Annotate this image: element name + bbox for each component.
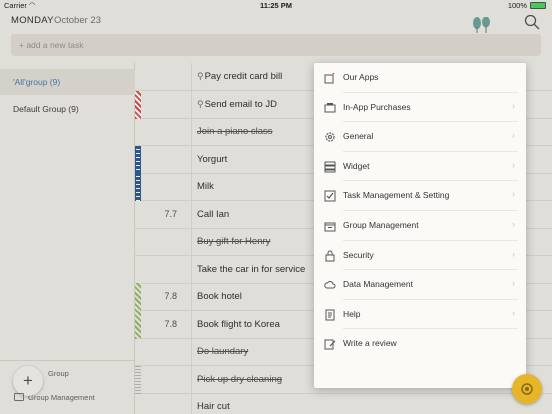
menu-item-label: General <box>343 131 374 142</box>
chevron-right-icon: › <box>512 159 515 170</box>
gear-icon <box>521 383 533 395</box>
checkbox-icon <box>324 190 336 202</box>
menu-item-in-app-purchases[interactable]: In-App Purchases › <box>314 93 526 123</box>
menu-item-help[interactable]: Help › <box>314 300 526 330</box>
chevron-right-icon: › <box>512 189 515 200</box>
lock-icon <box>325 250 335 262</box>
gear-icon <box>325 132 335 142</box>
menu-item-label: Security <box>343 249 374 260</box>
menu-item-data-management[interactable]: Data Management › <box>314 270 526 300</box>
settings-menu: Our Apps In-App Purchases › General › Widget ›… <box>314 63 526 388</box>
menu-item-label: Data Management <box>343 279 413 290</box>
chevron-right-icon: › <box>512 100 515 111</box>
menu-item-security[interactable]: Security › <box>314 241 526 271</box>
menu-item-general[interactable]: General › <box>314 122 526 152</box>
chevron-right-icon: › <box>512 278 515 289</box>
menu-item-label: In-App Purchases <box>343 101 411 112</box>
chevron-right-icon: › <box>512 307 515 318</box>
menu-item-label: Widget <box>343 160 370 171</box>
widget-icon <box>324 161 336 173</box>
chevron-right-icon: › <box>512 248 515 259</box>
purchases-icon <box>324 102 336 113</box>
apps-heart-icon <box>324 73 335 84</box>
group-box-icon <box>324 222 336 232</box>
menu-item-our-apps[interactable]: Our Apps <box>314 63 526 93</box>
menu-item-widget[interactable]: Widget › <box>314 152 526 182</box>
menu-item-label: Help <box>343 308 361 319</box>
settings-fab-button[interactable] <box>512 374 542 404</box>
help-doc-icon <box>325 309 335 321</box>
menu-item-write-a-review[interactable]: Write a review <box>314 329 526 359</box>
menu-item-label: Task Management & Setting <box>343 190 450 201</box>
menu-item-label: Our Apps <box>343 72 379 82</box>
menu-item-label: Group Management <box>343 220 419 230</box>
chevron-right-icon: › <box>512 219 515 229</box>
menu-item-task-management-setting[interactable]: Task Management & Setting › <box>314 181 526 211</box>
review-edit-icon <box>324 339 336 350</box>
menu-item-label: Write a review <box>343 338 397 349</box>
cloud-icon <box>324 281 336 289</box>
chevron-right-icon: › <box>512 130 515 141</box>
menu-item-group-management[interactable]: Group Management › <box>314 211 526 241</box>
